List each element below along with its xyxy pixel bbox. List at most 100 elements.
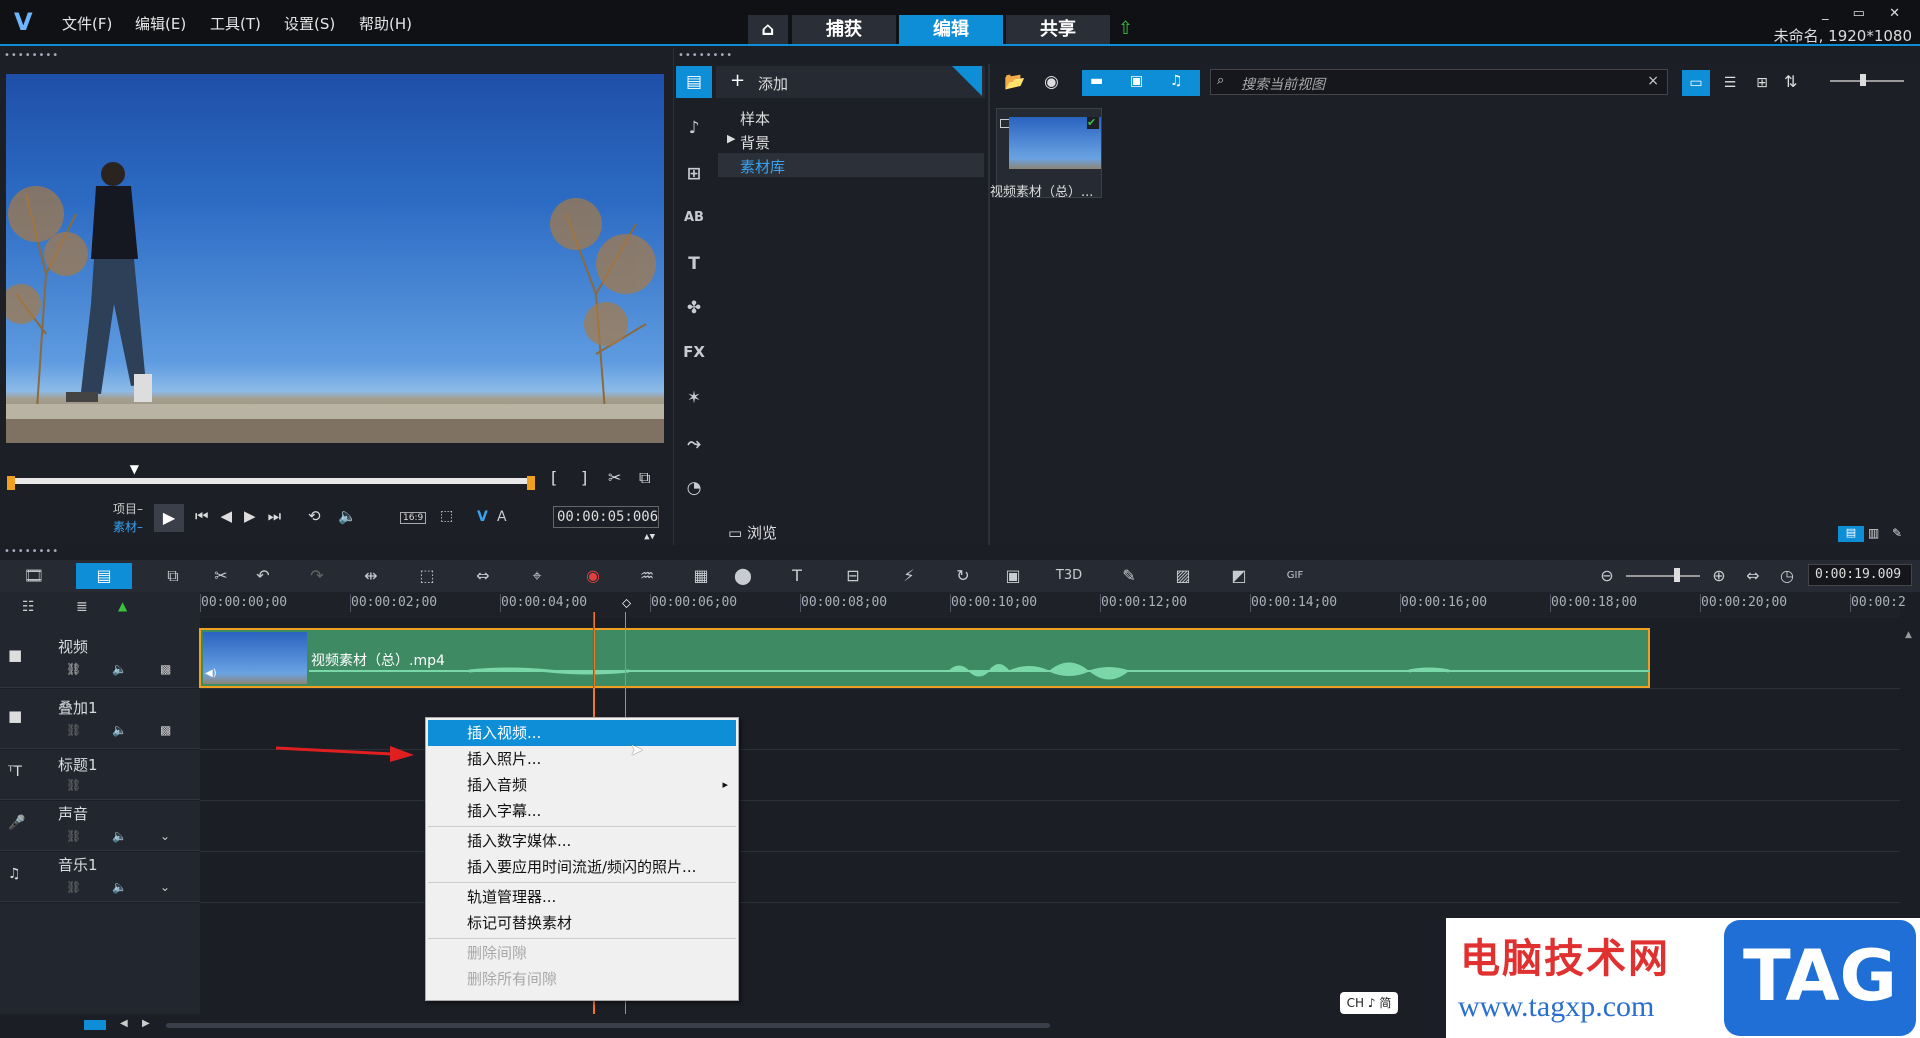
tree-item-library[interactable]: 素材库 (740, 156, 785, 177)
sort-icon[interactable]: ⇅ (1784, 72, 1797, 91)
add-track-icon[interactable]: ▲ (118, 599, 127, 613)
audio-mixer-icon[interactable]: ♒ (634, 563, 660, 589)
clock-icon[interactable]: ◷ (1776, 563, 1798, 589)
menu-mark-replaceable[interactable]: 标记可替换素材 (428, 910, 736, 936)
scroll-left-icon[interactable]: ◀ (120, 1018, 128, 1029)
tab-capture[interactable]: 捕获 (792, 15, 896, 44)
add-label[interactable]: 添加 (758, 73, 788, 94)
play-button[interactable]: ▶ (154, 504, 184, 532)
filter-photo-icon[interactable]: ▣ (1130, 73, 1143, 89)
multicam-icon[interactable]: ▦ (688, 563, 714, 589)
upload-icon[interactable]: ⇧ (1118, 18, 1133, 39)
lens-icon[interactable]: ◩ (1226, 563, 1252, 589)
track-manager-icon[interactable]: ☷ (22, 599, 35, 615)
title-3d-icon[interactable]: T3D (1054, 563, 1084, 589)
filter-video-icon[interactable]: ▬ (1090, 73, 1103, 89)
fit-project-icon[interactable]: ⇹ (358, 563, 384, 589)
video-toggle[interactable]: V (477, 509, 488, 525)
add-icon[interactable]: + (730, 70, 745, 91)
split-screen-icon[interactable]: ⊟ (840, 563, 866, 589)
horizontal-scrollbar[interactable] (166, 1023, 1050, 1028)
thumb-size-slider[interactable] (1830, 80, 1904, 82)
repeat-icon[interactable]: ⟲ (308, 507, 321, 525)
menu-insert-subtitle[interactable]: 插入字幕... (428, 798, 736, 824)
ime-indicator[interactable]: CH ♪ 简 (1340, 992, 1398, 1014)
graphic-icon[interactable]: ✤ (676, 292, 712, 324)
expand-icon[interactable]: ▶ (727, 132, 735, 145)
menu-insert-digital-media[interactable]: 插入数字媒体... (428, 828, 736, 854)
chevron-down-icon[interactable]: ⌄ (160, 880, 170, 894)
menu-insert-video[interactable]: 插入视频... (428, 720, 736, 746)
zoom-in-icon[interactable]: ⊕ (1708, 563, 1730, 589)
paint-icon[interactable]: ✎ (1116, 563, 1142, 589)
panel-grip[interactable]: •••••••• (4, 50, 59, 61)
media-icon[interactable]: ▤ (676, 66, 712, 98)
motion-track-icon[interactable]: ⌖ (524, 563, 550, 589)
timecode-field[interactable]: 00:00:05:006 ▲▼ (553, 506, 659, 542)
zoom-slider[interactable] (1626, 575, 1700, 577)
title-ab-icon[interactable]: AB (676, 202, 712, 234)
link-icon[interactable]: ⛓ (66, 723, 81, 737)
subtitle-editor-icon[interactable]: T (784, 563, 810, 589)
menu-tools[interactable]: 工具(T) (210, 13, 261, 34)
scroll-mode-icon[interactable] (84, 1020, 106, 1030)
scissors-icon[interactable]: ✂ (608, 468, 621, 487)
timeline-view-icon[interactable]: ▤ (76, 563, 132, 589)
color-blend-icon[interactable]: ⬤ (730, 563, 756, 589)
speed-ramp-icon[interactable]: ⚡ (896, 563, 922, 589)
scroll-up-icon[interactable]: ▲ (1905, 630, 1912, 640)
menu-track-manager[interactable]: 轨道管理器... (428, 884, 736, 910)
link-icon[interactable]: ⛓ (66, 662, 81, 676)
library-toggle-icon[interactable]: ▤ (1838, 526, 1864, 542)
timeline-ruler[interactable] (200, 592, 1900, 618)
browse-button[interactable]: ▭ 浏览 (728, 522, 777, 543)
grid-icon[interactable]: ▩ (160, 723, 171, 737)
tools-icon[interactable]: ✂ (208, 563, 234, 589)
zoom-out-icon[interactable]: ⊖ (1596, 563, 1618, 589)
grid-icon[interactable]: ▩ (160, 662, 171, 676)
tab-edit[interactable]: 编辑 (899, 15, 1003, 44)
playhead-marker-icon[interactable]: ⬦ (622, 596, 631, 611)
filter-audio-icon[interactable]: ♫ (1170, 73, 1183, 89)
redo-icon[interactable]: ↷ (304, 563, 330, 589)
view-grid-icon[interactable]: ⊞ (1748, 70, 1776, 96)
trim-icon[interactable]: ⇔ (470, 563, 496, 589)
scroll-right-icon[interactable]: ▶ (142, 1018, 150, 1029)
track-list-icon[interactable]: ≣ (76, 599, 88, 615)
storyboard-view-icon[interactable]: 🎞 (20, 563, 48, 589)
options-panel-icon[interactable]: ▥ (1868, 526, 1879, 540)
trim-end-handle[interactable] (527, 476, 535, 490)
tree-item-background[interactable]: 背景 (740, 132, 770, 153)
mode-clip[interactable]: 素材– (113, 518, 143, 535)
audio-toggle[interactable]: A (497, 509, 507, 525)
link-icon[interactable]: ⛓ (66, 880, 81, 894)
loop-icon[interactable]: ↻ (950, 563, 976, 589)
link-icon[interactable]: ⛓ (66, 778, 81, 792)
import-folder-icon[interactable]: 📂 (1004, 72, 1025, 92)
search-input[interactable]: ⌕ 搜索当前视图 × (1210, 69, 1668, 95)
mode-project[interactable]: 项目– (113, 500, 143, 517)
mute-icon[interactable]: 🔈 (112, 829, 127, 843)
menu-file[interactable]: 文件(F) (62, 13, 112, 34)
fit-timeline-icon[interactable]: ⇔ (1742, 563, 1764, 589)
pin-icon[interactable] (952, 66, 982, 96)
trim-start-handle[interactable] (7, 476, 15, 490)
thumb-size-handle[interactable] (1860, 74, 1866, 86)
transition-icon[interactable]: ⊞ (676, 158, 712, 190)
copy-frame-icon[interactable]: ⧉ (639, 468, 650, 488)
chevron-down-icon[interactable]: ⌄ (160, 829, 170, 843)
tree-item-sample[interactable]: 样本 (740, 108, 770, 129)
clear-search-icon[interactable]: × (1647, 73, 1659, 89)
window-controls[interactable]: _ ▭ ✕ (1822, 6, 1910, 21)
edit-panel-icon[interactable]: ✎ (1892, 526, 1902, 540)
text-t-icon[interactable]: T (676, 248, 712, 280)
aspect-ratio-button[interactable]: 16:9 (400, 512, 427, 524)
panel-grip[interactable]: •••••••• (678, 50, 733, 61)
menu-settings[interactable]: 设置(S) (284, 13, 335, 34)
instant-project-icon[interactable]: ♪ (676, 112, 712, 144)
view-thumb-icon[interactable]: ▭ (1682, 70, 1710, 96)
scrubber-track[interactable] (10, 478, 534, 484)
menu-help[interactable]: 帮助(H) (359, 13, 412, 34)
volume-icon[interactable]: 🔈 (338, 507, 357, 525)
view-list-icon[interactable]: ☰ (1716, 70, 1744, 96)
